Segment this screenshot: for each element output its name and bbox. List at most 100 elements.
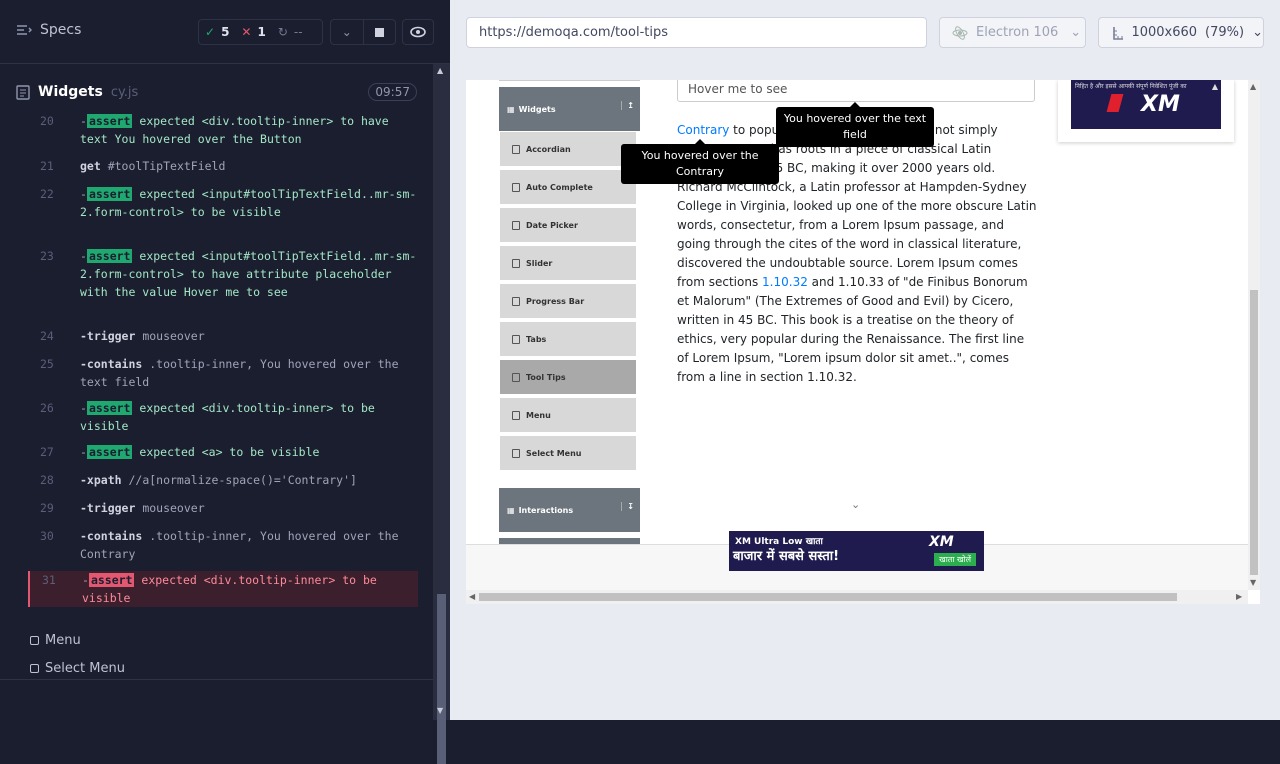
command-number: 28 xyxy=(40,473,54,487)
scroll-right-icon: ▶ xyxy=(1236,592,1243,601)
expand-icon: ↧ xyxy=(621,502,634,511)
collapse-icon: ↥ xyxy=(621,101,634,110)
ad-banner-top[interactable]: निहित है और इससे आपकी संपूर्ण निवेशित पू… xyxy=(1058,80,1234,142)
failed-count: ✕ 1 xyxy=(241,25,266,39)
nav-item-select-menu[interactable]: Select Menu xyxy=(499,435,637,471)
viewport-info[interactable]: 1000x660 (79%) ⌄ xyxy=(1098,17,1264,48)
section-link[interactable]: 1.10.32 xyxy=(762,275,808,289)
command-number: 20 xyxy=(40,114,54,128)
pending-icon xyxy=(30,635,39,645)
nav-item-auto-complete[interactable]: Auto Complete xyxy=(499,169,637,205)
chevron-down-icon: ⌄ xyxy=(341,25,352,39)
xm-logo: XM xyxy=(929,534,954,550)
command-number: 30 xyxy=(40,529,54,543)
command-number: 22 xyxy=(40,187,54,201)
list-icon xyxy=(512,448,520,458)
chevron-down-icon: ⌄ xyxy=(1070,25,1082,40)
stop-icon xyxy=(374,27,384,37)
nav-item-progress-bar[interactable]: Progress Bar xyxy=(499,283,637,319)
app-page: ▦ Widgets ↥ Accordian Auto Complete Date P… xyxy=(466,80,1248,544)
expand-button[interactable]: ⌄ xyxy=(331,20,363,44)
command-number: 31 xyxy=(42,573,56,587)
command-text: - assert expected <div.tooltip-inner> to … xyxy=(82,573,377,605)
xm-logo: XM xyxy=(1141,92,1180,117)
command-row[interactable]: 22 - assert expected <input#toolTipTextFie… xyxy=(28,185,418,221)
command-row[interactable]: 24 -trigger mouseover xyxy=(28,327,418,345)
test-item-menu[interactable]: Menu xyxy=(30,626,125,654)
command-row[interactable]: 29 -trigger mouseover xyxy=(28,499,418,517)
reporter-panel: Specs ✓ 5 ✕ 1 ↻ -- ⌄ Widgets cy.js 09:57 20… xyxy=(0,0,450,764)
browser-selector[interactable]: Electron 106 ⌄ xyxy=(939,17,1086,48)
command-row[interactable]: 26 - assert expected <div.tooltip-inner> t… xyxy=(28,399,418,435)
tooltip-contrary-popup: You hovered over the Contrary xyxy=(621,139,779,184)
eye-icon xyxy=(410,26,426,38)
command-row[interactable]: 27 - assert expected <a> to be visible xyxy=(28,443,418,461)
page-scroll-thumb[interactable] xyxy=(1250,290,1258,575)
command-row[interactable]: 30 -contains .tooltip-inner, You hovered … xyxy=(28,527,418,563)
page-hscrollbar[interactable]: ◀ ▶ xyxy=(466,590,1248,604)
list-icon xyxy=(512,372,520,382)
command-row[interactable]: 23 - assert expected <input#toolTipTextFie… xyxy=(28,247,418,301)
list-icon xyxy=(512,220,520,230)
list-icon xyxy=(512,296,520,306)
reporter-scrollbar[interactable]: ▲ ▼ xyxy=(433,64,450,764)
list-icon xyxy=(512,144,520,154)
command-text: - assert expected <div.tooltip-inner> to … xyxy=(80,114,389,146)
test-stats: ✓ 5 ✕ 1 ↻ -- xyxy=(198,19,323,45)
url-bar[interactable]: https://demoqa.com/tool-tips xyxy=(466,17,927,48)
left-nav: ▦ Widgets ↥ Accordian Auto Complete Date P… xyxy=(499,80,640,544)
pending-icon xyxy=(30,663,39,673)
browser-name: Electron 106 xyxy=(976,25,1059,40)
nav-item-tabs[interactable]: Tabs xyxy=(499,321,637,357)
ad-banner-bottom[interactable]: XM Ultra Low खाता बाजार में सबसे सस्ता! … xyxy=(729,531,984,571)
reporter-scroll-thumb[interactable] xyxy=(437,594,446,764)
nav-item-accordian[interactable]: Accordian xyxy=(499,131,637,167)
ad-info-icon[interactable]: ▲ xyxy=(1212,82,1218,91)
page-scrollbar[interactable]: ▲ ▼ xyxy=(1248,80,1260,590)
test-item-select-menu[interactable]: Select Menu xyxy=(30,654,125,682)
file-icon xyxy=(16,84,30,100)
list-icon xyxy=(512,410,520,420)
command-text: get #toolTipTextField xyxy=(80,159,226,173)
nav-group-interactions[interactable]: ▦ Interactions ↧ xyxy=(499,488,640,532)
app-iframe: ▦ Widgets ↥ Accordian Auto Complete Date P… xyxy=(466,80,1260,604)
command-number: 21 xyxy=(40,159,54,173)
command-text: -trigger mouseover xyxy=(80,501,205,515)
command-row[interactable]: 25 -contains .tooltip-inner, You hovered … xyxy=(28,355,418,391)
command-text: - assert expected <input#toolTipTextField… xyxy=(80,187,417,219)
command-number: 26 xyxy=(40,401,54,415)
specs-toggle[interactable]: Specs xyxy=(16,22,81,38)
ruler-icon xyxy=(1113,26,1124,40)
scroll-down-icon: ▼ xyxy=(437,706,444,715)
nav-item-tool-tips[interactable]: Tool Tips xyxy=(499,359,637,395)
command-row[interactable]: 20 - assert expected <div.tooltip-inner> t… xyxy=(28,112,418,148)
nav-item-slider[interactable]: Slider xyxy=(499,245,637,281)
command-number: 29 xyxy=(40,501,54,515)
command-number: 25 xyxy=(40,357,54,371)
passed-count: ✓ 5 xyxy=(205,25,230,39)
page-hscroll-thumb[interactable] xyxy=(479,593,1177,601)
grid-icon: ▦ xyxy=(507,104,515,114)
selector-playground-button[interactable] xyxy=(402,19,434,45)
command-text: -trigger mouseover xyxy=(80,329,205,343)
ad-cta: खाता खोलें xyxy=(934,553,976,566)
nav-item-date-picker[interactable]: Date Picker xyxy=(499,207,637,243)
specs-label: Specs xyxy=(40,22,82,38)
stop-button[interactable] xyxy=(362,20,396,44)
command-row[interactable]: 21 get #toolTipTextField xyxy=(28,157,418,175)
aut-panel: https://demoqa.com/tool-tips Electron 10… xyxy=(450,0,1280,720)
viewport-size: 1000x660 xyxy=(1131,25,1198,40)
pending-count: ↻ -- xyxy=(277,25,303,39)
command-number: 27 xyxy=(40,445,54,459)
nav-item-menu[interactable]: Menu xyxy=(499,397,637,433)
cross-icon: ✕ xyxy=(241,25,252,39)
nav-group-widgets[interactable]: ▦ Widgets ↥ xyxy=(499,87,640,131)
command-row[interactable]: 28 -xpath //a[normalize-space()='Contrary… xyxy=(28,471,418,489)
command-text: - assert expected <div.tooltip-inner> to … xyxy=(80,401,375,433)
command-row[interactable]: 31 - assert expected <div.tooltip-inner> t… xyxy=(28,571,418,607)
list-icon xyxy=(512,258,520,268)
chevron-down-icon[interactable]: ⌄ xyxy=(851,498,860,511)
scroll-up-icon: ▲ xyxy=(1250,82,1257,91)
check-icon: ✓ xyxy=(205,25,216,39)
command-text: - assert expected <input#toolTipTextField… xyxy=(80,249,417,299)
